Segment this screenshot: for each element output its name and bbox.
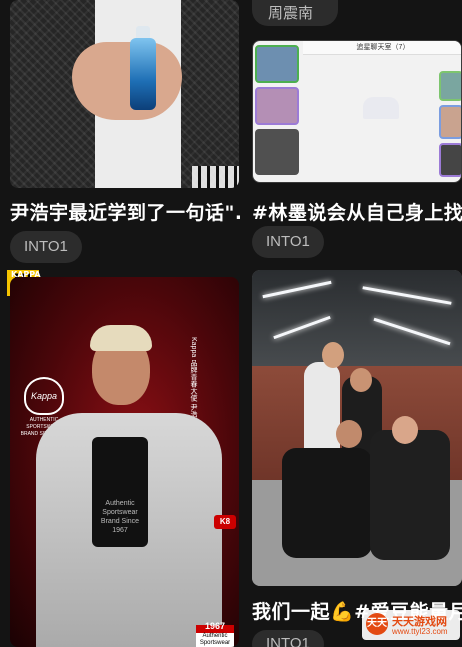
kappa-emblem-icon: Kappa <box>24 377 64 415</box>
pixel-decoration <box>192 166 239 188</box>
call-tile <box>255 87 299 125</box>
feed-card-1[interactable]: 尹浩宇最近学到了一句话"... INTO1 <box>0 0 240 270</box>
dancer <box>370 430 450 560</box>
call-tile <box>439 71 461 101</box>
dancer-head <box>336 420 362 448</box>
card-1-tag[interactable]: INTO1 <box>10 231 82 263</box>
studio-ceiling <box>252 270 462 378</box>
model-hair <box>90 325 152 351</box>
feed-card-3[interactable]: KAPPA III Kappa AUTHENTIC SPORTSWEAR BRA… <box>0 270 240 647</box>
watermark-logo-icon: 天天 <box>366 613 388 635</box>
card-2-title[interactable]: #林墨说会从自己身上找问... <box>252 198 462 225</box>
watermark-url: www.ttyl23.com <box>392 627 448 636</box>
feed-card-2[interactable]: 周震南 追星聊天室（7） #林墨说会从自己身上找问... INTO1 <box>252 0 462 270</box>
tank-print: Authentic Sportswear Brand Since 1967 <box>100 500 140 534</box>
feed-card-4[interactable]: 我们一起💪#爱豆能量月# INTO1 <box>252 270 462 647</box>
year-badge: 1967 Authentic Sportswear Brand Since 19… <box>196 621 234 647</box>
card-above-tag[interactable]: 周震南 <box>252 0 338 26</box>
dancer <box>282 448 372 558</box>
call-tile <box>255 129 299 175</box>
call-tile <box>255 45 299 83</box>
badge-text: Authentic Sportswear Brand Since 1967 <box>199 633 231 646</box>
card-4-tag[interactable]: INTO1 <box>252 630 324 647</box>
serum-bottle <box>130 38 156 110</box>
card-4-thumbnail[interactable] <box>252 270 462 586</box>
card-2-tag[interactable]: INTO1 <box>252 226 324 258</box>
dancer-head <box>350 368 372 392</box>
dancer-head <box>322 342 344 368</box>
hands-heart <box>72 42 182 120</box>
card-1-title[interactable]: 尹浩宇最近学到了一句话"... <box>10 198 240 225</box>
card-1-thumbnail[interactable] <box>10 0 239 188</box>
avatar-placeholder <box>363 97 399 119</box>
sleeve-patch: K8 <box>214 515 236 529</box>
card-3-thumbnail[interactable]: Kappa AUTHENTIC SPORTSWEAR BRAND SINCE 1… <box>10 277 239 647</box>
video-call-header: 追星聊天室（7） <box>303 41 461 55</box>
site-watermark: 天天 天天游戏网 www.ttyl23.com <box>362 610 460 640</box>
call-tile <box>439 143 461 177</box>
badge-year: 1967 <box>204 621 226 631</box>
card-2-thumbnail[interactable]: 追星聊天室（7） <box>252 40 462 183</box>
dancer-head <box>392 416 418 444</box>
call-tile <box>439 105 461 139</box>
